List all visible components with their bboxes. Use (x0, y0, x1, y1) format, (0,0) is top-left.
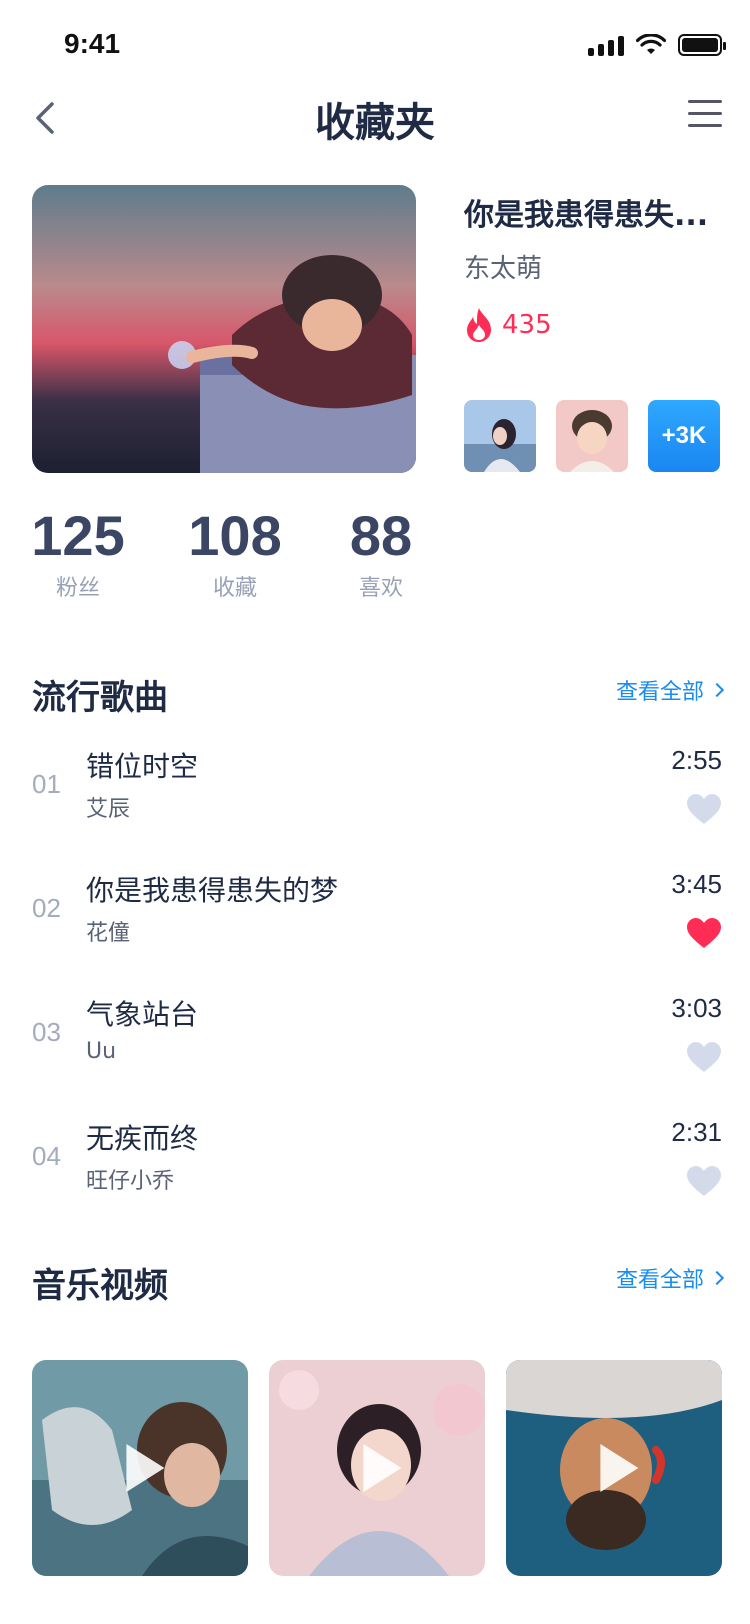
stat-label: 粉丝 (55, 576, 100, 601)
stat-value: 88 (349, 504, 413, 567)
stat-label: 收藏 (212, 576, 257, 601)
listener-avatars: +3K (464, 400, 720, 472)
video-card[interactable] (269, 1360, 485, 1576)
heart-icon[interactable] (686, 1165, 722, 1197)
stat-likes: 88 喜欢 (336, 508, 426, 602)
flame-icon (467, 308, 491, 342)
navigation-bar: 收藏夹 (0, 88, 750, 168)
hot-count-row: 435 (464, 307, 724, 343)
battery-icon (678, 34, 726, 56)
song-artist: 旺仔小乔 (86, 1169, 175, 1194)
music-video-list (32, 1360, 722, 1580)
song-duration: 2:55 (671, 745, 722, 775)
album-title: 你是我患得患失... (464, 198, 709, 233)
song-duration: 2:31 (671, 1117, 722, 1147)
song-row[interactable]: 01 错位时空 艾辰 2:55 (32, 733, 722, 833)
wifi-icon (636, 34, 666, 54)
song-duration: 3:45 (671, 869, 722, 899)
song-artist: Uu (86, 1039, 117, 1064)
album-cover-image[interactable] (32, 185, 416, 473)
song-artist: 艾辰 (86, 797, 131, 822)
play-icon[interactable] (122, 1442, 166, 1494)
see-all-songs-link[interactable]: 查看全部 (615, 674, 725, 706)
song-row[interactable]: 04 无疾而终 旺仔小乔 2:31 (32, 1105, 722, 1205)
song-duration: 3:03 (671, 993, 722, 1023)
play-icon[interactable] (359, 1442, 403, 1494)
page-title: 收藏夹 (315, 100, 435, 146)
album-artist: 东太萌 (464, 254, 543, 284)
heart-icon[interactable] (686, 793, 722, 825)
video-card[interactable] (32, 1360, 248, 1576)
status-bar: 9:41 (0, 0, 750, 88)
avatar[interactable] (556, 400, 628, 472)
hot-count: 435 (502, 310, 552, 340)
avatar[interactable] (464, 400, 536, 472)
song-title: 你是我患得患失的梦 (86, 874, 339, 907)
song-index: 01 (32, 769, 61, 799)
play-icon[interactable] (596, 1442, 640, 1494)
heart-filled-icon[interactable] (686, 917, 722, 949)
chevron-right-icon (709, 682, 725, 698)
song-row[interactable]: 02 你是我患得患失的梦 花僮 3:45 (32, 857, 722, 957)
stat-label: 喜欢 (358, 576, 403, 601)
song-index: 03 (32, 1017, 61, 1047)
song-artist: 花僮 (86, 921, 131, 946)
stat-value: 108 (188, 504, 282, 567)
song-index: 02 (32, 893, 61, 923)
stat-value: 125 (31, 504, 125, 567)
section-title: 流行歌曲 (32, 678, 168, 718)
song-title: 错位时空 (86, 750, 199, 783)
chevron-right-icon (709, 1270, 725, 1286)
song-title: 气象站台 (86, 998, 199, 1031)
see-all-label: 查看全部 (615, 680, 704, 705)
popular-songs-header: 流行歌曲 查看全部 (32, 670, 725, 720)
heart-icon[interactable] (686, 1041, 722, 1073)
video-card[interactable] (506, 1360, 722, 1576)
menu-icon[interactable] (688, 100, 722, 134)
album-info: 你是我患得患失... 东太萌 435 (464, 190, 724, 343)
music-videos-header: 音乐视频 查看全部 (32, 1258, 725, 1308)
song-title: 无疾而终 (86, 1122, 199, 1155)
status-time: 9:41 (64, 28, 121, 59)
see-all-label: 查看全部 (615, 1268, 704, 1293)
status-icons (588, 34, 726, 56)
stat-fans: 125 粉丝 (28, 508, 128, 602)
section-title: 音乐视频 (32, 1266, 168, 1306)
cellular-signal-icon (588, 34, 624, 56)
more-listeners-badge[interactable]: +3K (648, 400, 720, 472)
see-all-videos-link[interactable]: 查看全部 (615, 1262, 725, 1294)
stat-favorites: 108 收藏 (180, 508, 290, 602)
stats-row: 125 粉丝 108 收藏 88 喜欢 (0, 508, 750, 608)
song-row[interactable]: 03 气象站台 Uu 3:03 (32, 981, 722, 1081)
song-index: 04 (32, 1141, 61, 1171)
